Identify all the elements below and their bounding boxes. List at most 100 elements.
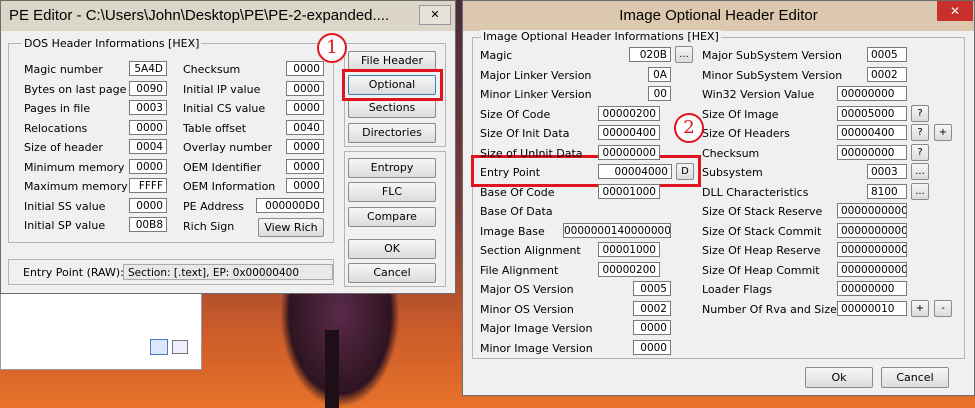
optional-field-label: File Alignment [480, 264, 559, 277]
dos-field-input[interactable]: 0000 [129, 198, 167, 213]
optional-field-input[interactable]: 00000400 [837, 125, 907, 140]
wallpaper-trunk [325, 330, 339, 408]
optional-field-label: Major OS Version [480, 283, 574, 296]
optional-field-input[interactable]: 0000000140000000 [563, 223, 671, 238]
optional-field-label: Subsystem [702, 166, 763, 179]
rich-sign-label: Rich Sign [183, 220, 235, 233]
entry-point-d-button[interactable]: D [676, 163, 694, 180]
dos-field-label: Table offset [183, 122, 247, 135]
dos-field-input[interactable]: 00B8 [129, 217, 167, 232]
optional-field-input[interactable]: 0000000000001000 [837, 223, 907, 238]
ok-button[interactable]: OK [348, 239, 436, 259]
dos-field-input[interactable]: 5A4D [129, 61, 167, 76]
dos-field-input[interactable]: 0000 [286, 61, 324, 76]
size-of-image-help-button[interactable]: ? [911, 105, 929, 122]
optional-field-input[interactable]: 0003 [867, 164, 907, 179]
optional-field-input[interactable]: 00 [648, 86, 671, 101]
optional-field-input[interactable]: 8100 [867, 184, 907, 199]
optional-field-label: Win32 Version Value [702, 88, 815, 101]
compare-button[interactable]: Compare [348, 207, 436, 227]
pe-editor-title: PE Editor - C:\Users\John\Desktop\PE\PE-… [9, 7, 390, 24]
optional-field-input[interactable]: 00000000 [837, 281, 907, 296]
optional-field-input[interactable]: 0005 [633, 281, 671, 296]
optional-field-label: Size Of Stack Commit [702, 225, 822, 238]
cancel-button[interactable]: Cancel [348, 263, 436, 283]
optional-field-label: Major SubSystem Version [702, 49, 842, 62]
optional-field-input[interactable]: 00000200 [598, 106, 660, 121]
optional-field-input[interactable]: 0000000000001000 [837, 262, 907, 277]
dos-field-input[interactable]: 0090 [129, 81, 167, 96]
optional-field-input[interactable]: 0000000000100000 [837, 203, 907, 218]
directories-button[interactable]: Directories [348, 123, 436, 143]
optional-field-input[interactable]: 0A [648, 67, 671, 82]
optional-field-label: Image Base [480, 225, 545, 238]
subsystem-dots-button[interactable]: ... [911, 163, 929, 180]
annotation-circle-2: 2 [674, 113, 704, 143]
dos-field-input[interactable]: FFFF [129, 178, 167, 193]
dos-field-label: OEM Identifier [183, 161, 262, 174]
dll-characteristics-dots-button[interactable]: ... [911, 183, 929, 200]
close-button[interactable]: ✕ [937, 1, 973, 21]
optional-field-input[interactable]: 0002 [867, 67, 907, 82]
rva-plus-button[interactable]: + [911, 300, 929, 317]
optional-field-input[interactable]: 0000000000100000 [837, 242, 907, 257]
file-header-button[interactable]: File Header [348, 51, 436, 71]
entry-raw-value: Section: [.text], EP: 0x00000400 [123, 264, 333, 280]
dos-field-input[interactable]: 0040 [286, 120, 324, 135]
dos-field-input[interactable]: 0004 [129, 139, 167, 154]
dos-field-label: Size of header [24, 141, 103, 154]
optional-field-input[interactable]: 00004000 [598, 164, 672, 179]
dos-field-label: Initial CS value [183, 102, 266, 115]
dos-field-input[interactable]: 0000 [286, 178, 324, 193]
rva-minus-button[interactable]: - [934, 300, 952, 317]
optional-field-input[interactable]: 00000000 [598, 145, 660, 160]
dos-field-label: Overlay number [183, 141, 273, 154]
size-of-headers-add-button[interactable]: + [934, 124, 952, 141]
dos-field-input[interactable]: 0003 [129, 100, 167, 115]
cancel-button[interactable]: Cancel [881, 367, 949, 388]
optional-field-input[interactable]: 0002 [633, 301, 671, 316]
optional-field-input[interactable]: 00000200 [598, 262, 660, 277]
dos-field-input[interactable]: 0000 [286, 159, 324, 174]
preview-pane-icon[interactable] [172, 340, 188, 354]
dos-field-input[interactable]: 0000 [286, 139, 324, 154]
optional-field-label: Checksum [702, 147, 760, 160]
optional-field-label: Size Of Code [480, 108, 551, 121]
optional-field-label: Minor Linker Version [480, 88, 592, 101]
optional-header-editor-window: Image Optional Header Editor ✕ Image Opt… [462, 0, 975, 396]
optional-field-label: Size Of Stack Reserve [702, 205, 823, 218]
optional-header-highlight [342, 69, 443, 101]
dos-field-input[interactable]: 0000 [286, 100, 324, 115]
optional-editor-titlebar[interactable]: Image Optional Header Editor ✕ [463, 1, 974, 31]
optional-field-label: Size Of Heap Commit [702, 264, 820, 277]
optional-field-input[interactable]: 020B [629, 47, 671, 62]
sections-button[interactable]: Sections [348, 98, 436, 118]
view-rich-button[interactable]: View Rich [258, 218, 324, 237]
entropy-button[interactable]: Entropy [348, 158, 436, 178]
dos-field-input[interactable]: 000000D0 [256, 198, 324, 213]
optional-field-input[interactable]: 00000000 [837, 86, 907, 101]
magic-dots-button[interactable]: ... [675, 46, 693, 63]
size-of-headers-help-button[interactable]: ? [911, 124, 929, 141]
pe-editor-titlebar[interactable]: PE Editor - C:\Users\John\Desktop\PE\PE-… [1, 1, 455, 31]
dos-field-input[interactable]: 0000 [129, 159, 167, 174]
dos-field-input[interactable]: 0000 [129, 120, 167, 135]
optional-field-input[interactable]: 0005 [867, 47, 907, 62]
optional-field-input[interactable]: 0000 [633, 340, 671, 355]
dos-field-label: Initial IP value [183, 83, 261, 96]
close-button[interactable]: ✕ [419, 5, 451, 25]
flc-button[interactable]: FLC [348, 182, 436, 202]
optional-field-input[interactable]: 00000000 [837, 145, 907, 160]
checksum-help-button[interactable]: ? [911, 144, 929, 161]
optional-field-input[interactable]: 00000400 [598, 125, 660, 140]
ok-button[interactable]: Ok [805, 367, 873, 388]
optional-field-label: DLL Characteristics [702, 186, 809, 199]
optional-field-input[interactable]: 00000010 [837, 301, 907, 316]
details-view-icon[interactable] [150, 339, 168, 355]
optional-field-label: Size Of Heap Reserve [702, 244, 821, 257]
optional-field-input[interactable]: 00001000 [598, 184, 660, 199]
optional-field-input[interactable]: 00001000 [598, 242, 660, 257]
optional-field-input[interactable]: 0000 [633, 320, 671, 335]
dos-field-input[interactable]: 0000 [286, 81, 324, 96]
optional-field-input[interactable]: 00005000 [837, 106, 907, 121]
